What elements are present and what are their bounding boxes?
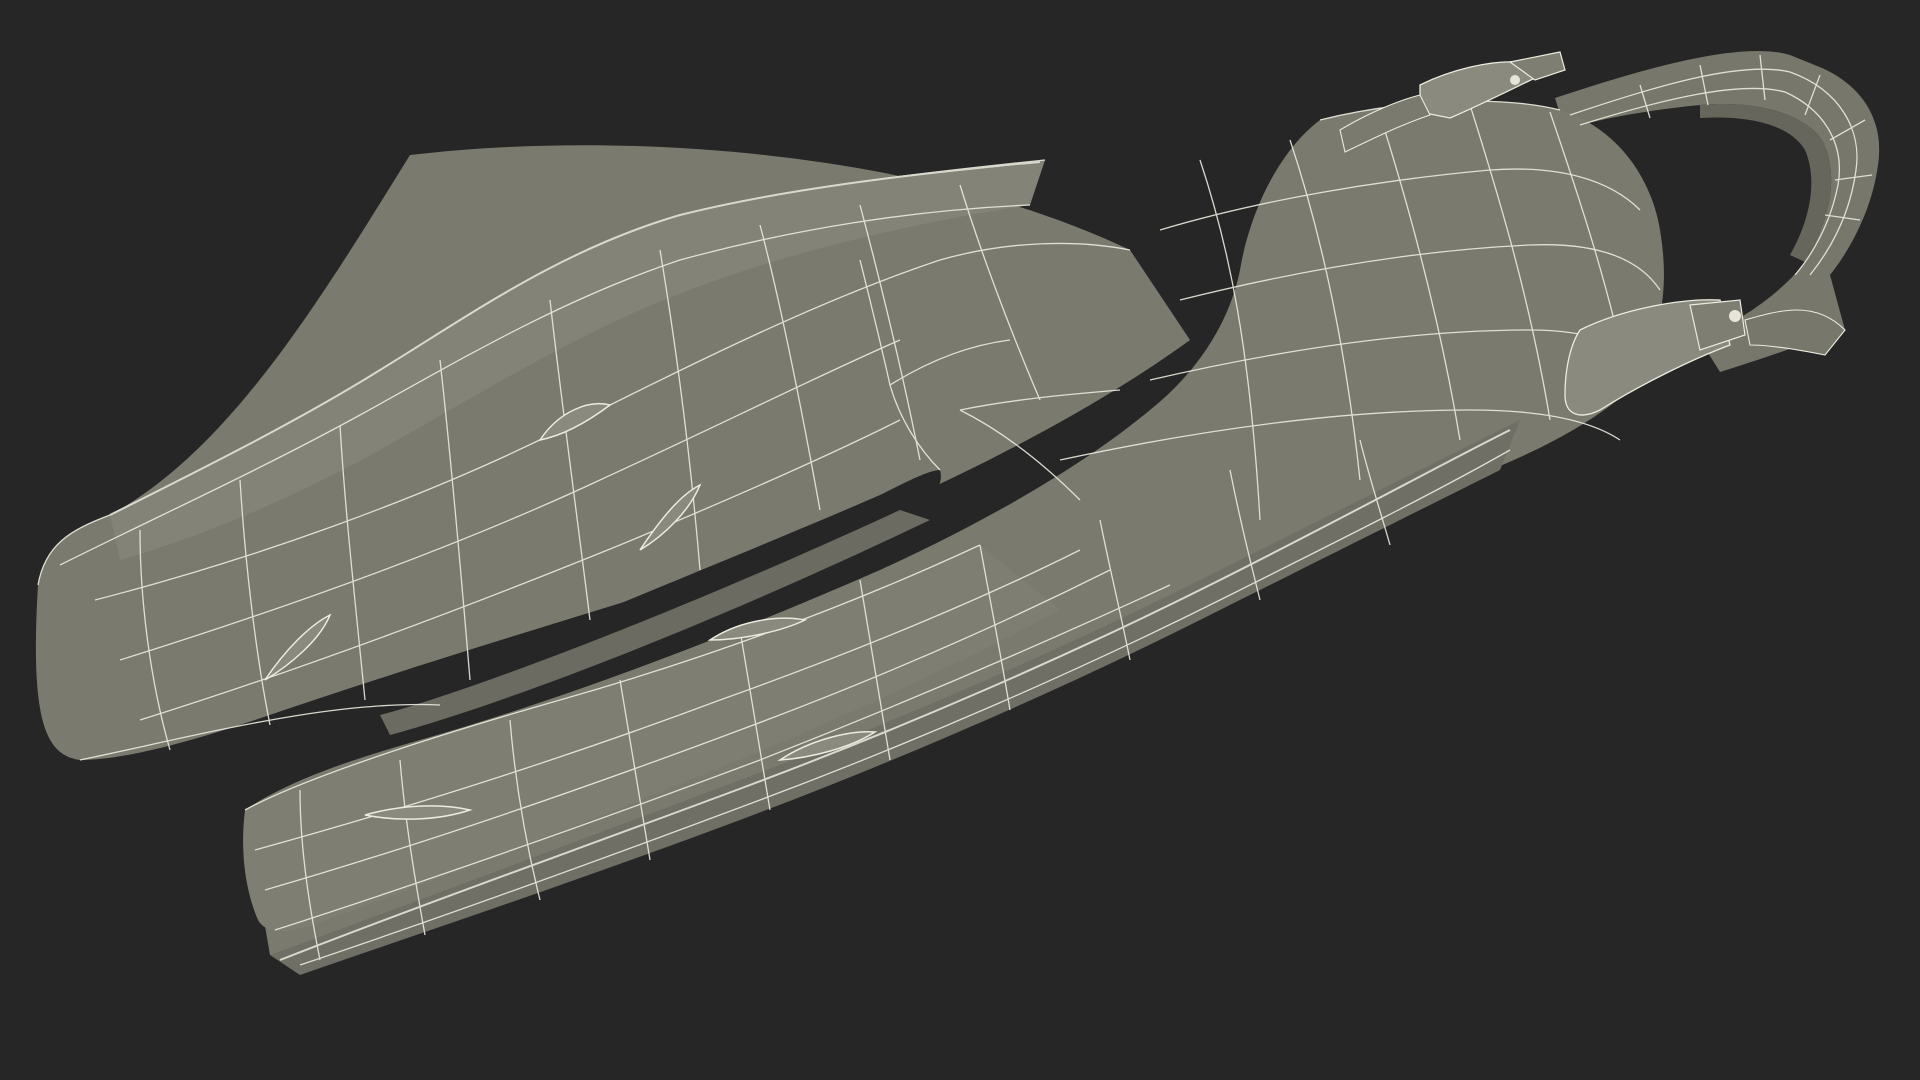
buckle-upper-rivet [1510,75,1520,85]
buckle-lower-rivet [1729,310,1741,322]
wireframe-viewport [0,0,1920,1080]
